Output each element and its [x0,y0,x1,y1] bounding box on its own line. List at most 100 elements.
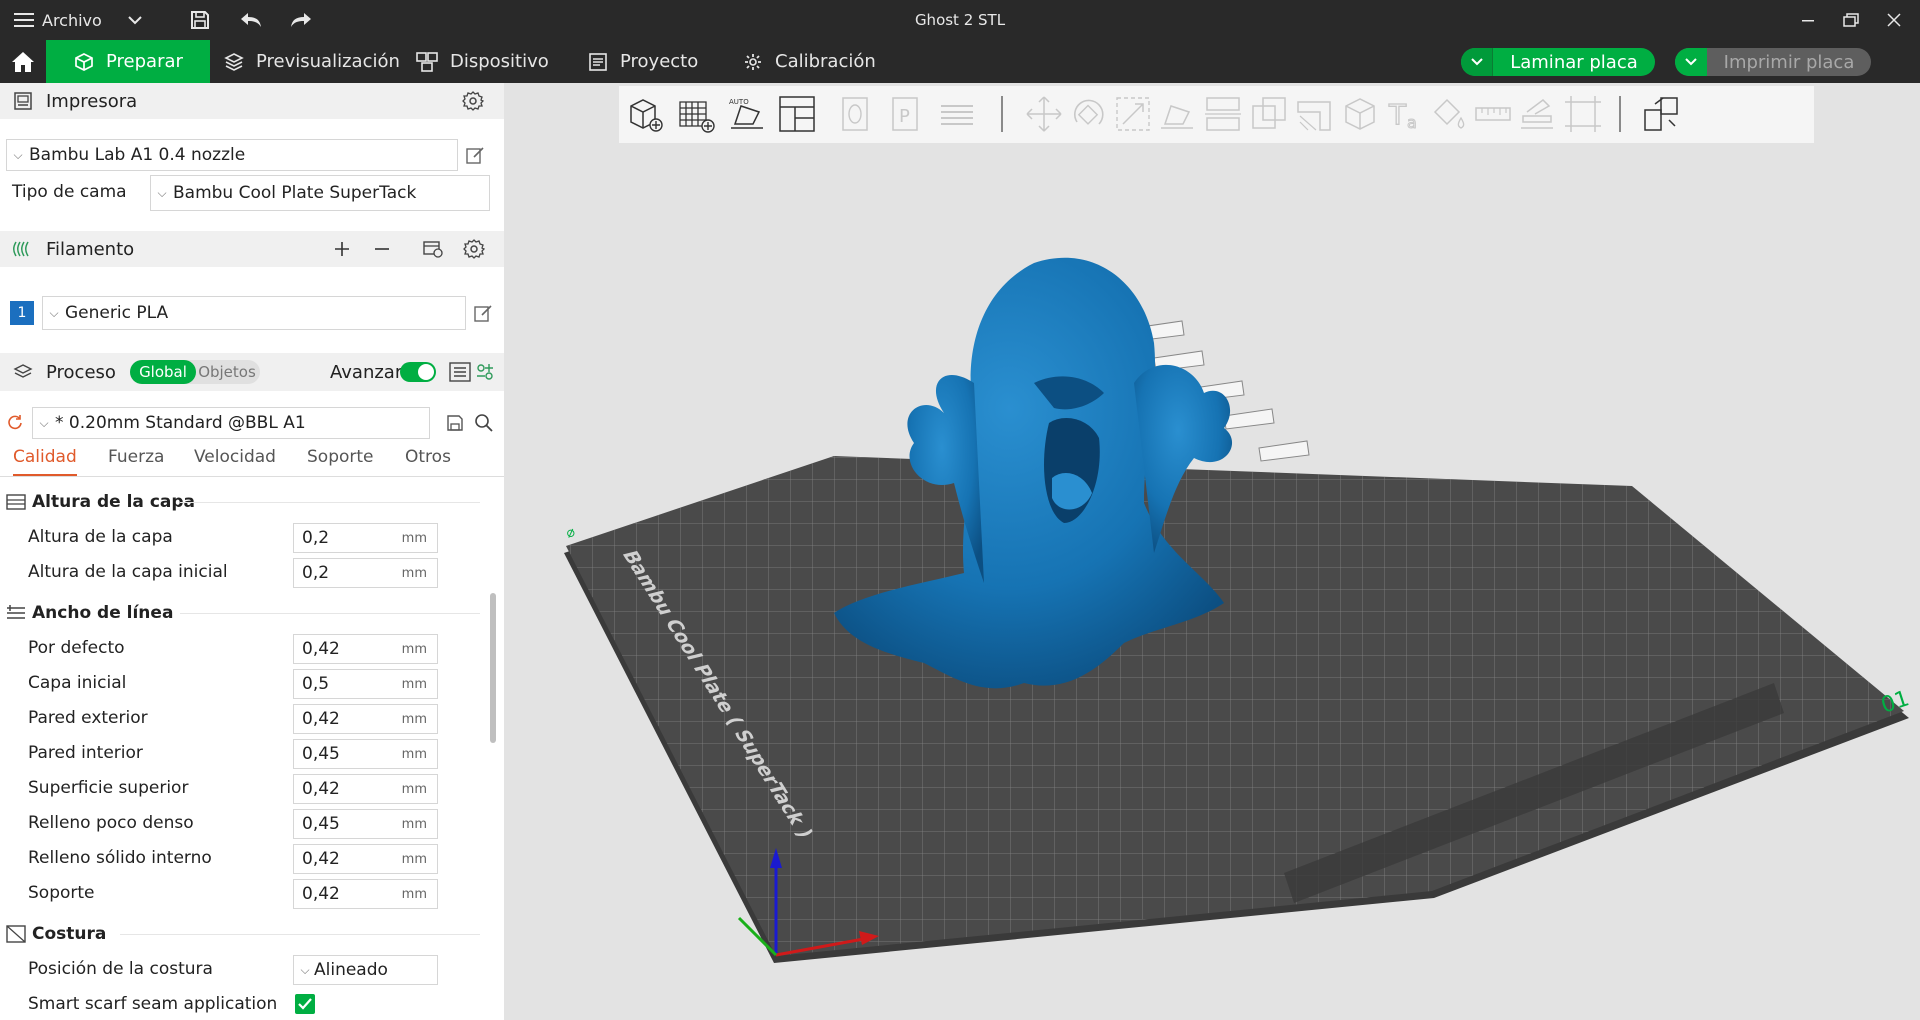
auto-orient-icon[interactable]: AUTO [727,94,767,134]
home-icon [12,51,34,72]
print-dropdown-chevron-icon[interactable] [1675,48,1707,76]
setting-unit: mm [401,816,427,832]
setting-unit: mm [401,641,427,657]
slice-dropdown-chevron-icon[interactable] [1461,48,1493,76]
setting-unit: mm [401,781,427,797]
remove-filament-icon[interactable] [371,238,393,260]
tab-previsualizacion[interactable]: Previsualización [196,40,400,83]
3d-viewport[interactable]: Bambu Cool Plate ( SuperTack ) 01 ⌀ AUTO… [504,83,1920,1020]
process-compare-icon[interactable] [474,361,496,383]
layers-icon [224,52,244,71]
setting-label: Altura de la capa [28,527,173,547]
svg-text:T: T [1388,98,1407,131]
slice-plate-button[interactable]: Laminar placa [1461,48,1655,76]
tab-calidad[interactable]: Calidad [13,447,77,476]
tab-fuerza[interactable]: Fuerza [108,447,164,467]
layers-list-icon [937,94,977,134]
setting-input[interactable]: 0,5 mm [293,669,438,699]
add-object-icon[interactable] [625,94,665,134]
tab-otros[interactable]: Otros [405,447,451,467]
add-filament-icon[interactable] [331,238,353,260]
filament-section-header: Filamento [0,231,504,267]
filament-sync-icon[interactable] [422,238,444,260]
slice-plate-label: Laminar placa [1510,51,1638,73]
filament-settings-gear-icon[interactable] [463,238,485,260]
print-plate-label: Imprimir placa [1723,51,1855,73]
filament-select[interactable]: ⌵ Generic PLA [42,296,466,330]
save-preset-icon[interactable] [444,412,466,434]
origin-mark: ⌀ [564,524,578,542]
save-icon[interactable] [187,8,213,32]
close-icon[interactable] [1879,6,1909,34]
edit-printer-icon[interactable] [464,144,486,166]
edit-filament-icon[interactable] [472,302,494,324]
process-preset-select[interactable]: ⌵ * 0.20mm Standard @BBL A1 [32,407,430,439]
undo-icon[interactable] [238,8,264,32]
move-icon [1024,94,1064,134]
plate-split-icon[interactable] [1641,94,1681,134]
print-plate-button[interactable]: Imprimir placa [1675,48,1871,76]
setting-row: Soporte 0,42 mm [0,879,490,909]
printer-select-value: Bambu Lab A1 0.4 nozzle [29,145,246,165]
layer-height-group-header: Altura de la capa [6,489,195,515]
layer-height-icon [6,494,26,510]
setting-input[interactable]: 0,42 mm [293,844,438,874]
setting-label: Altura de la capa inicial [28,562,228,582]
advanced-switch[interactable] [400,362,436,382]
setting-label: Por defecto [28,638,125,658]
setting-input[interactable]: 0,45 mm [293,809,438,839]
setting-unit: mm [401,711,427,727]
setting-value: 0,45 [302,744,340,764]
setting-value: 0,42 [302,884,340,904]
tab-proyecto[interactable]: Proyecto [560,40,698,83]
reset-preset-icon[interactable] [6,413,26,433]
process-section-header: Proceso Global Objetos Avanzar [0,353,504,391]
tab-soporte[interactable]: Soporte [307,447,374,467]
filament-slot-number[interactable]: 1 [10,301,34,325]
filament-select-value: Generic PLA [65,303,169,323]
tab-label: Previsualización [256,51,400,72]
file-menu-button[interactable]: Archivo [14,8,142,32]
printer-settings-gear-icon[interactable] [462,90,484,112]
setting-unit: mm [401,886,427,902]
setting-input[interactable]: 0,42 mm [293,774,438,804]
setting-label: Pared exterior [28,708,148,728]
setting-label: Smart scarf seam application [28,994,278,1014]
setting-input[interactable]: 0,42 mm [293,634,438,664]
cube-icon [75,52,93,71]
tab-dispositivo[interactable]: Dispositivo [388,40,549,83]
setting-row: Altura de la capa inicial 0,2 mm [0,558,490,588]
setting-input[interactable]: 0,2 mm [293,558,438,588]
tab-label: Calibración [775,51,876,72]
tab-velocidad[interactable]: Velocidad [194,447,276,467]
restore-icon[interactable] [1836,6,1866,34]
setting-row: Pared exterior 0,42 mm [0,704,490,734]
arrange-icon[interactable] [777,94,817,134]
setting-input[interactable]: 0,45 mm [293,739,438,769]
seam-position-select[interactable]: ⌵ Alineado [293,955,438,985]
text-icon: Ta [1385,94,1425,134]
search-icon[interactable] [473,412,495,434]
title-bar: Archivo Ghost 2 STL [0,0,1920,40]
file-menu-label: Archivo [42,10,102,30]
printer-select[interactable]: ⌵ Bambu Lab A1 0.4 nozzle [6,139,458,171]
minimize-icon[interactable] [1793,6,1823,34]
tab-preparar[interactable]: Preparar [46,40,210,83]
setting-input[interactable]: 0,42 mm [293,879,438,909]
tab-calibracion[interactable]: Calibración [715,40,876,83]
sidebar-scrollbar[interactable] [490,593,496,743]
home-button[interactable] [0,40,46,83]
setting-unit: mm [401,676,427,692]
setting-row: Altura de la capa 0,2 mm [0,523,490,553]
setting-input[interactable]: 0,42 mm [293,704,438,734]
scarf-seam-checkbox[interactable] [295,994,315,1014]
global-objects-toggle[interactable]: Global Objetos [130,360,260,384]
toggle-global[interactable]: Global [130,360,196,384]
setting-label: Superficie superior [28,778,189,798]
setting-input[interactable]: 0,2 mm [293,523,438,553]
toggle-objects[interactable]: Objetos [196,360,258,384]
redo-icon[interactable] [288,8,314,32]
process-list-icon[interactable] [449,361,471,383]
bed-type-select[interactable]: ⌵ Bambu Cool Plate SuperTack [150,175,490,211]
add-plate-icon[interactable] [676,94,716,134]
